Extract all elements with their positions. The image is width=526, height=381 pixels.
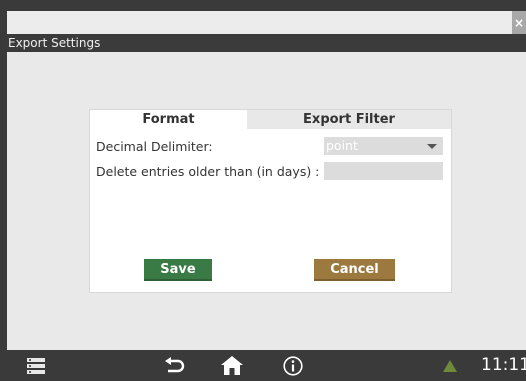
- tab-export-filter[interactable]: Export Filter: [247, 110, 451, 129]
- decimal-delimiter-select[interactable]: point: [324, 137, 443, 155]
- export-settings-window: × Export Settings Format Export Filter D…: [7, 11, 526, 350]
- system-navbar: 11:11: [0, 350, 526, 381]
- back-icon[interactable]: [165, 357, 185, 375]
- window-top-strip: [7, 11, 526, 34]
- close-button[interactable]: ×: [512, 11, 526, 35]
- window-title: Export Settings: [7, 34, 526, 52]
- warning-icon[interactable]: [443, 360, 457, 372]
- settings-panel: Format Export Filter Decimal Delimiter: …: [89, 109, 452, 293]
- clock: 11:11: [481, 355, 526, 375]
- info-icon[interactable]: [283, 356, 303, 376]
- tab-format[interactable]: Format: [90, 110, 247, 129]
- save-button[interactable]: Save: [144, 259, 212, 281]
- chevron-down-icon: [427, 144, 437, 149]
- delete-entries-label: Delete entries older than (in days) :: [96, 164, 320, 179]
- delete-entries-input[interactable]: [324, 162, 443, 180]
- home-icon[interactable]: [221, 356, 243, 375]
- cancel-button[interactable]: Cancel: [314, 259, 395, 281]
- menu-icon[interactable]: [27, 358, 45, 374]
- decimal-delimiter-label: Decimal Delimiter:: [96, 139, 213, 154]
- decimal-delimiter-value: point: [326, 138, 358, 153]
